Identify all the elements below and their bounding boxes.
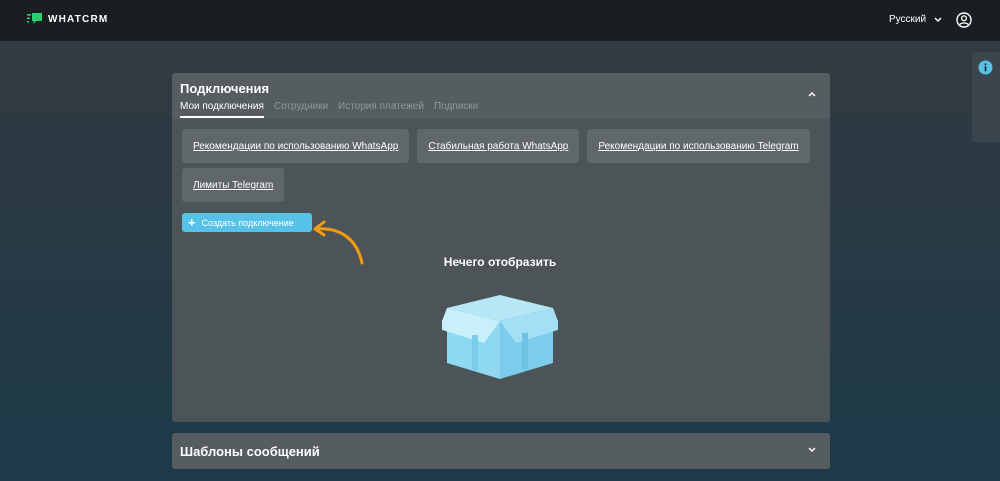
tab-subscriptions[interactable]: Подписки [434,101,478,118]
language-label: Русский [889,14,927,25]
logo[interactable]: WHATCRM [27,13,108,25]
tab-employees[interactable]: Сотрудники [274,101,328,118]
links-row-2: Лимиты Telegram [182,168,285,202]
chat-logo-icon [27,13,42,24]
links-row: Рекомендации по использованию WhatsApp С… [182,129,810,163]
top-bar: WHATCRM Русский [0,0,1000,41]
connections-panel-header: Подключения Мои подключения Сотрудники И… [172,73,830,119]
info-icon[interactable] [978,60,993,75]
user-circle-icon[interactable] [956,12,972,28]
whatsapp-stable-work-link[interactable]: Стабильная работа WhatsApp [417,129,580,163]
logo-text: WHATCRM [48,13,109,25]
whatsapp-recommendations-link[interactable]: Рекомендации по использованию WhatsApp [182,129,410,163]
plus-icon: + [188,215,196,230]
chevron-up-icon[interactable] [808,91,816,97]
tab-bar: Мои подключения Сотрудники История плате… [180,101,478,118]
tab-payment-history[interactable]: История платежей [338,101,424,118]
chevron-down-icon[interactable] [808,447,816,453]
telegram-limits-link[interactable]: Лимиты Telegram [182,168,285,202]
language-selector[interactable]: Русский [889,14,942,25]
panel-title: Подключения [180,81,270,96]
connections-panel: Подключения Мои подключения Сотрудники И… [172,73,830,422]
tab-my-connections[interactable]: Мои подключения [180,101,264,118]
templates-panel[interactable]: Шаблоны сообщений [172,433,830,469]
templates-panel-title: Шаблоны сообщений [180,444,320,459]
empty-state-text: Нечего отобразить [443,255,557,269]
empty-box-icon [442,295,558,379]
telegram-recommendations-link[interactable]: Рекомендации по использованию Telegram [587,129,810,163]
info-side-tab[interactable] [972,52,1000,142]
create-connection-button[interactable]: + Создать подключение [182,213,312,232]
create-connection-label: Создать подключение [201,217,294,228]
chevron-down-icon [934,17,942,22]
